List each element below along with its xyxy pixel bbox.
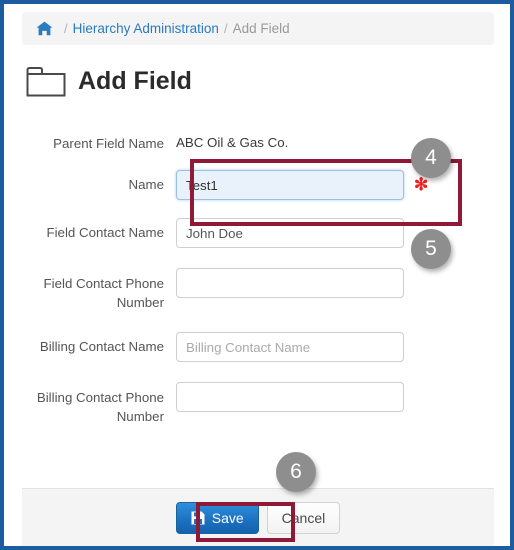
field-name: ✻ [176,170,428,200]
breadcrumb-link-hierarchy-administration[interactable]: Hierarchy Administration [73,21,219,36]
label-name: Name [128,177,164,192]
label-field-contact-name: Field Contact Name [46,225,164,240]
label-billing-contact-phone-number: Billing Contact Phone Number [36,390,164,424]
breadcrumb-separator-1: / [64,21,68,36]
label-field-contact-phone-number: Field Contact Phone Number [43,276,164,310]
add-field-form: Parent Field Name ABC Oil & Gas Co. Name… [4,129,510,440]
cancel-button-label: Cancel [281,509,326,526]
field-billing-contact-name [176,332,404,362]
form-row-name: Name ✻ [4,170,510,200]
application-window: / Hierarchy Administration / Add Field A… [0,0,514,550]
form-row-billing-contact-name: Billing Contact Name [4,332,510,362]
value-parent-field-name: ABC Oil & Gas Co. [176,135,289,150]
floppy-disk-icon [191,511,205,525]
field-billing-contact-phone-number [176,382,404,412]
form-row-field-contact-name: Field Contact Name [4,218,510,248]
field-contact-name-input[interactable] [176,218,404,248]
folder-icon [26,66,66,97]
annotation-badge-6: 6 [276,452,316,492]
field-field-contact-name [176,218,404,248]
save-button-label: Save [211,509,244,526]
required-asterisk-name: ✻ [414,175,429,194]
billing-contact-name-input[interactable] [176,332,404,362]
label-billing-contact-name: Billing Contact Name [39,339,164,354]
cancel-button[interactable]: Cancel [266,501,341,534]
form-footer: Save Cancel [22,488,494,546]
form-row-parent-field-name: Parent Field Name ABC Oil & Gas Co. [4,129,510,152]
breadcrumb-current-add-field: Add Field [232,21,290,36]
home-icon[interactable] [36,21,53,36]
form-row-billing-contact-phone-number: Billing Contact Phone Number [4,382,510,426]
page-header: Add Field [26,66,192,97]
form-row-field-contact-phone-number: Field Contact Phone Number [4,268,510,312]
page-title: Add Field [78,67,192,95]
name-input[interactable] [176,170,404,200]
field-field-contact-phone-number [176,268,404,298]
save-button[interactable]: Save [175,501,259,534]
field-contact-phone-number-input[interactable] [176,268,404,298]
breadcrumb-separator-2: / [223,21,228,36]
field-parent-field-name: ABC Oil & Gas Co. [176,129,288,150]
billing-contact-phone-number-input[interactable] [176,382,404,412]
breadcrumb: / Hierarchy Administration / Add Field [22,12,494,45]
label-parent-field-name: Parent Field Name [53,136,164,151]
